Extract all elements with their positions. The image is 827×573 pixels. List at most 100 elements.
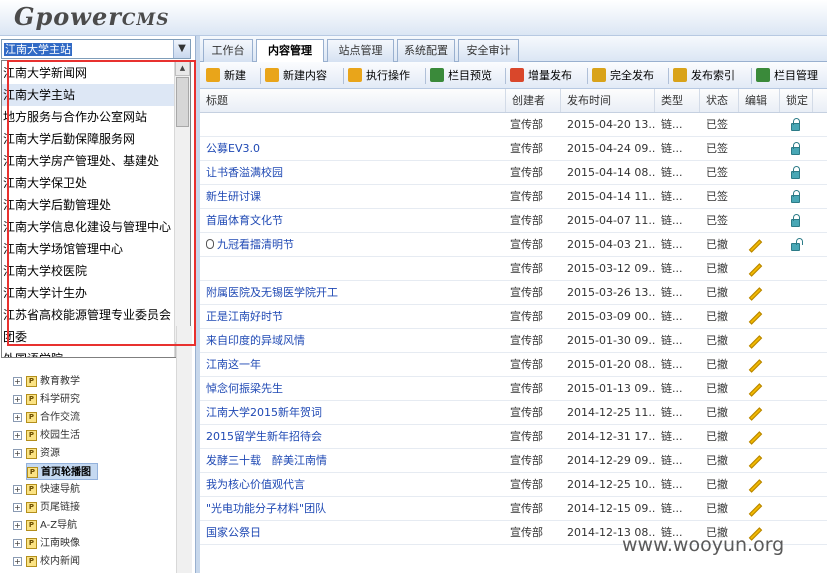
expand-plus-icon[interactable]: +	[13, 376, 22, 386]
site-option[interactable]: 江南大学主站	[2, 84, 175, 106]
pencil-icon[interactable]	[748, 479, 762, 493]
site-option[interactable]: 江南大学后勤管理处	[2, 194, 175, 216]
tree-node[interactable]: + P 科学研究	[13, 391, 80, 408]
row-edit-cell[interactable]	[745, 401, 765, 425]
tree-node[interactable]: + P 校园生活	[13, 427, 80, 444]
expand-plus-icon[interactable]: +	[13, 430, 22, 440]
tree-node[interactable]: + P 合作交流	[13, 409, 80, 426]
table-row[interactable]: 新生研讨课 宣传部 2015-04-14 11... 链... 已签	[200, 185, 827, 209]
row-lock-cell[interactable]	[786, 185, 804, 209]
row-edit-cell[interactable]	[745, 449, 765, 473]
table-row[interactable]: 让书香溢满校园 宣传部 2015-04-14 08... 链... 已签	[200, 161, 827, 185]
table-row[interactable]: 九冠看擂清明节 宣传部 2015-04-03 21... 链... 已撤	[200, 233, 827, 257]
row-title[interactable]: 我为核心价值观代言	[206, 473, 490, 497]
row-title[interactable]: 2015留学生新年招待会	[206, 425, 490, 449]
table-row[interactable]: 公募EV3.0 宣传部 2015-04-24 09... 链... 已签	[200, 137, 827, 161]
expand-plus-icon[interactable]: +	[13, 484, 22, 494]
row-title[interactable]: 首届体育文化节	[206, 209, 490, 233]
toolbar-button[interactable]: 执行操作	[348, 68, 410, 84]
expand-plus-icon[interactable]: +	[13, 556, 22, 566]
table-row[interactable]: 我为核心价值观代言 宣传部 2014-12-25 10... 链... 已撤	[200, 473, 827, 497]
toolbar-button[interactable]: 完全发布	[592, 68, 654, 84]
pencil-icon[interactable]	[748, 239, 762, 253]
table-row[interactable]: 附属医院及无锡医学院开工 宣传部 2015-03-26 13... 链... 已撤	[200, 281, 827, 305]
tree-node[interactable]: + P 江南映像	[13, 535, 80, 552]
expand-plus-icon[interactable]: +	[13, 412, 22, 422]
row-title[interactable]	[206, 113, 490, 137]
tree-scrollbar[interactable]	[176, 326, 192, 573]
site-option[interactable]: 江南大学计生办	[2, 282, 175, 304]
table-row[interactable]: 首届体育文化节 宣传部 2015-04-07 11... 链... 已签	[200, 209, 827, 233]
toolbar-button[interactable]: 增量发布	[510, 68, 572, 84]
pencil-icon[interactable]	[748, 263, 762, 277]
table-row[interactable]: 发酵三十载 醉美江南情 宣传部 2014-12-29 09... 链... 已撤	[200, 449, 827, 473]
table-row[interactable]: 悼念何振梁先生 宣传部 2015-01-13 09... 链... 已撤	[200, 377, 827, 401]
column-header[interactable]: 编辑	[739, 89, 780, 112]
row-title[interactable]: 悼念何振梁先生	[206, 377, 490, 401]
row-title[interactable]	[206, 257, 490, 281]
table-row[interactable]: 宣传部 2015-03-12 09... 链... 已撤	[200, 257, 827, 281]
row-title[interactable]: 九冠看擂清明节	[206, 233, 490, 257]
row-title[interactable]: 江南大学2015新年贺词	[206, 401, 490, 425]
column-header[interactable]: 状态	[700, 89, 739, 112]
row-edit-cell[interactable]	[745, 329, 765, 353]
table-row[interactable]: 宣传部 2015-04-20 13... 链... 已签	[200, 113, 827, 137]
tab-2[interactable]: 内容管理	[256, 39, 324, 63]
lock-icon[interactable]	[790, 142, 800, 155]
pencil-icon[interactable]	[748, 503, 762, 517]
row-edit-cell[interactable]	[745, 233, 765, 257]
row-lock-cell[interactable]	[786, 113, 804, 137]
site-option[interactable]: 江南大学保卫处	[2, 172, 175, 194]
site-select[interactable]: 江南大学主站 ▼	[1, 39, 191, 59]
toolbar-button[interactable]: 发布索引	[673, 68, 735, 84]
unlock-icon[interactable]	[790, 238, 803, 251]
pencil-icon[interactable]	[748, 431, 762, 445]
site-option[interactable]: 江南大学后勤保障服务网	[2, 128, 175, 150]
row-title[interactable]: 附属医院及无锡医学院开工	[206, 281, 490, 305]
lock-icon[interactable]	[790, 214, 800, 227]
site-option[interactable]: 江南大学新闻网	[2, 62, 175, 84]
site-option[interactable]: 江南大学信息化建设与管理中心	[2, 216, 175, 238]
row-lock-cell[interactable]	[786, 233, 804, 257]
pencil-icon[interactable]	[748, 335, 762, 349]
tab-1[interactable]: 工作台	[203, 39, 253, 62]
lock-icon[interactable]	[790, 118, 800, 131]
pencil-icon[interactable]	[748, 287, 762, 301]
row-edit-cell[interactable]	[745, 305, 765, 329]
tree-node[interactable]: + P A-Z导航	[13, 517, 77, 534]
pencil-icon[interactable]	[748, 359, 762, 373]
expand-plus-icon[interactable]: +	[13, 502, 22, 512]
site-option[interactable]: 江南大学房产管理处、基建处	[2, 150, 175, 172]
column-header[interactable]: 标题	[200, 89, 506, 112]
scroll-up-icon[interactable]: ▲	[175, 61, 190, 76]
row-edit-cell[interactable]	[745, 473, 765, 497]
pencil-icon[interactable]	[748, 407, 762, 421]
row-title[interactable]: 江南这一年	[206, 353, 490, 377]
pencil-icon[interactable]	[748, 383, 762, 397]
tree-node[interactable]: + P 页尾链接	[13, 499, 80, 516]
lock-icon[interactable]	[790, 166, 800, 179]
pencil-icon[interactable]	[748, 455, 762, 469]
tab-3[interactable]: 站点管理	[327, 39, 394, 62]
dropdown-scroll-thumb[interactable]	[176, 77, 189, 127]
row-edit-cell[interactable]	[745, 281, 765, 305]
row-lock-cell[interactable]	[786, 137, 804, 161]
tree-node[interactable]: + P 校内新闻	[13, 553, 80, 570]
row-edit-cell[interactable]	[745, 353, 765, 377]
expand-plus-icon[interactable]: +	[13, 538, 22, 548]
table-row[interactable]: 来自印度的异域风情 宣传部 2015-01-30 09... 链... 已撤	[200, 329, 827, 353]
row-title[interactable]: 新生研讨课	[206, 185, 490, 209]
table-row[interactable]: "光电功能分子材料"团队 宣传部 2014-12-15 09... 链... 已撤	[200, 497, 827, 521]
toolbar-button[interactable]: 栏目管理	[756, 68, 818, 84]
row-lock-cell[interactable]	[786, 161, 804, 185]
column-header[interactable]: 类型	[655, 89, 700, 112]
expand-plus-icon[interactable]: +	[13, 394, 22, 404]
site-option[interactable]: 江南大学场馆管理中心	[2, 238, 175, 260]
tree-node[interactable]: P 首页轮播图	[26, 463, 98, 480]
row-title[interactable]: 让书香溢满校园	[206, 161, 490, 185]
tab-5[interactable]: 安全审计	[458, 39, 519, 62]
site-option[interactable]: 江苏省高校能源管理专业委员会	[2, 304, 175, 326]
site-option[interactable]: 江南大学校医院	[2, 260, 175, 282]
tree-node[interactable]: + P 资源	[13, 445, 60, 462]
toolbar-button[interactable]: 栏目预览	[430, 68, 492, 84]
